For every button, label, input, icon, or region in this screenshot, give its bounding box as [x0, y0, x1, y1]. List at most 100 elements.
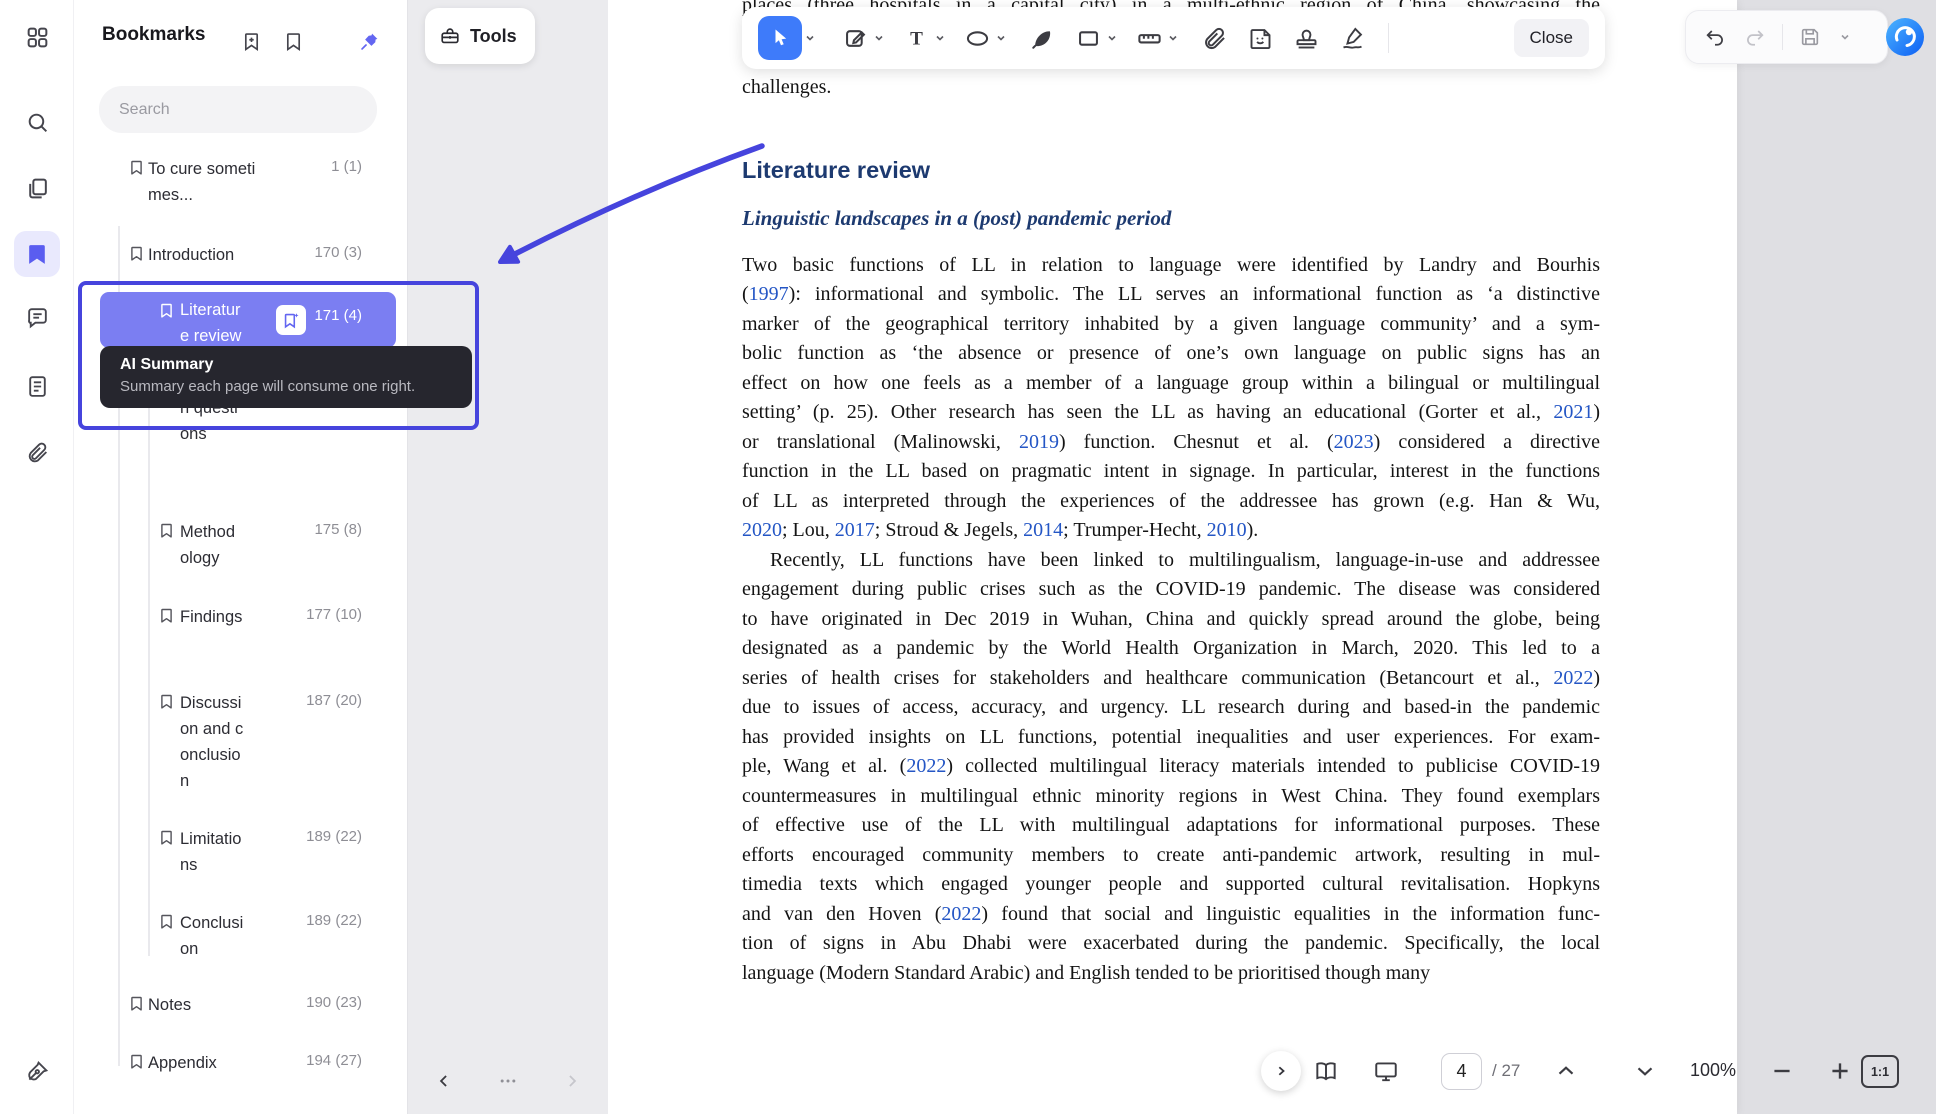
expand-panel-button[interactable]: [1261, 1051, 1301, 1091]
comments-button[interactable]: [14, 295, 60, 341]
bookmark-label: Findings: [180, 604, 244, 630]
panel-more-button[interactable]: [495, 1068, 521, 1094]
toolbar-divider: [1388, 23, 1389, 53]
text-tool-dropdown[interactable]: [933, 20, 947, 56]
presentation-button[interactable]: [1370, 1055, 1402, 1087]
bookmark-label: Methodology: [180, 519, 244, 571]
citation-link[interactable]: 1997: [749, 283, 789, 305]
grid-icon: [25, 25, 50, 50]
select-tool-button[interactable]: [758, 16, 802, 60]
document-text-line: due to issues of access, accuracy, and u…: [742, 693, 1600, 723]
app-grid-button[interactable]: [14, 14, 60, 60]
text-tool-button[interactable]: T: [900, 20, 932, 56]
document-text-line: (1997): informational and symbolic. The …: [742, 280, 1600, 310]
document-text-line: of effective use of the LL with multilin…: [742, 811, 1600, 841]
measure-tool-dropdown[interactable]: [1166, 20, 1180, 56]
measure-tool-button[interactable]: [1133, 20, 1165, 56]
attachment-tool-button[interactable]: [1198, 20, 1230, 56]
ruler-icon: [1136, 25, 1163, 52]
bookmark-item[interactable]: Methodology175 (8): [100, 515, 396, 571]
ai-assistant-badge[interactable]: [1885, 17, 1925, 57]
panel-back-button[interactable]: [431, 1068, 457, 1094]
ellipse-tool-dropdown[interactable]: [994, 20, 1008, 56]
citation-link[interactable]: 2021: [1553, 401, 1593, 423]
zoom-in-button[interactable]: [1824, 1055, 1856, 1087]
zoom-level-label[interactable]: 100%: [1690, 1060, 1736, 1081]
rectangle-tool-button[interactable]: [1072, 20, 1104, 56]
search-button[interactable]: [14, 99, 60, 145]
bookmark-item[interactable]: Introduction170 (3): [100, 238, 396, 268]
document-text-line: 2020; Lou, 2017; Stroud & Jegels, 2014; …: [742, 516, 1600, 546]
marker-pen-icon: [1029, 25, 1056, 52]
tooltip-title: AI Summary: [120, 356, 452, 374]
document-text-line: to have originated in Dec 2019 in Wuhan,…: [742, 605, 1600, 635]
bookmark-label: Literature review: [180, 297, 244, 348]
document-text-line: has provided insights on LL functions, p…: [742, 723, 1600, 753]
bookmark-item[interactable]: Findings177 (10): [100, 600, 396, 630]
pdf-page: places (three hospitals in a capital cit…: [608, 0, 1737, 1114]
svg-text:T: T: [910, 28, 923, 49]
citation-link[interactable]: 2010: [1207, 519, 1247, 541]
document-text-line: ple, Wang et al. (2022) collected multil…: [742, 752, 1600, 782]
citation-link[interactable]: 2017: [835, 519, 875, 541]
stamp-tool-button[interactable]: [1290, 20, 1322, 56]
citation-link[interactable]: 2019: [1019, 431, 1059, 453]
bookmark-item[interactable]: Literature review171 (4): [100, 292, 396, 348]
next-page-button[interactable]: [1629, 1055, 1661, 1087]
page-number-input[interactable]: [1441, 1053, 1482, 1090]
attachments-button[interactable]: [14, 429, 60, 475]
previous-page-button[interactable]: [1550, 1055, 1582, 1087]
summary-button[interactable]: [14, 363, 60, 409]
paperclip-icon: [25, 440, 50, 465]
citation-link[interactable]: 2023: [1334, 431, 1374, 453]
citation-link[interactable]: 2022: [941, 903, 981, 925]
ellipse-tool-button[interactable]: [961, 20, 993, 56]
citation-link[interactable]: 2014: [1023, 519, 1063, 541]
chat-icon: [25, 306, 50, 331]
actual-size-button[interactable]: 1:1: [1861, 1055, 1899, 1088]
paperclip-icon: [1201, 25, 1228, 52]
citation-link[interactable]: 2020: [742, 519, 782, 541]
undo-button[interactable]: [1702, 24, 1728, 50]
tools-button[interactable]: Tools: [425, 8, 535, 64]
bookmark-item[interactable]: Notes190 (23): [100, 988, 396, 1018]
citation-link[interactable]: 2022: [1553, 667, 1593, 689]
rectangle-icon: [1075, 25, 1102, 52]
annotate-tool-button[interactable]: [839, 20, 871, 56]
document-text-line: engagement during public crises such as …: [742, 575, 1600, 605]
select-tool-dropdown[interactable]: [803, 20, 817, 56]
bookmark-item[interactable]: Discussion and conclusion187 (20): [100, 686, 396, 794]
thumbnails-button[interactable]: [14, 165, 60, 211]
chevron-down-icon: [934, 32, 946, 44]
reading-mode-button[interactable]: [1310, 1055, 1342, 1087]
bookmark-item[interactable]: Appendix194 (27): [100, 1046, 396, 1076]
panel-forward-button[interactable]: [559, 1068, 585, 1094]
bookmark-page-number: 189 (22): [306, 828, 362, 845]
save-button[interactable]: [1797, 24, 1823, 50]
bookmarks-button[interactable]: [14, 231, 60, 277]
book-open-icon: [1313, 1058, 1339, 1084]
bookmark-item[interactable]: Limitations 189 (22): [100, 822, 396, 878]
bookmark-item[interactable]: Conclusion 189 (22): [100, 906, 396, 962]
citation-link[interactable]: 2022: [906, 755, 946, 777]
save-dropdown[interactable]: [1838, 19, 1852, 55]
chevron-right-icon: [562, 1071, 582, 1091]
redo-button[interactable]: [1742, 24, 1768, 50]
rectangle-tool-dropdown[interactable]: [1105, 20, 1119, 56]
document-text-line: bolic function as ‘the absence or presen…: [742, 339, 1600, 369]
bookmark-page-number: 189 (22): [306, 912, 362, 929]
bookmark-label: Limitations: [180, 826, 244, 878]
zoom-out-button[interactable]: [1766, 1055, 1798, 1087]
pen-tool-button[interactable]: [1026, 20, 1058, 56]
ai-summary-button[interactable]: [276, 305, 306, 335]
bookmark-page-number: 1 (1): [331, 158, 362, 175]
pen-sign-button[interactable]: [14, 1048, 60, 1094]
bookmark-label: Conclusion: [180, 910, 244, 962]
annotate-tool-dropdown[interactable]: [872, 20, 886, 56]
sticker-tool-button[interactable]: [1244, 20, 1276, 56]
left-rail: [0, 0, 74, 1114]
close-button[interactable]: Close: [1514, 19, 1589, 57]
bookmark-sparkle-icon: [282, 311, 301, 330]
signature-tool-button[interactable]: [1336, 20, 1368, 56]
bookmark-item[interactable]: To cure sometimes...1 (1): [100, 152, 396, 208]
